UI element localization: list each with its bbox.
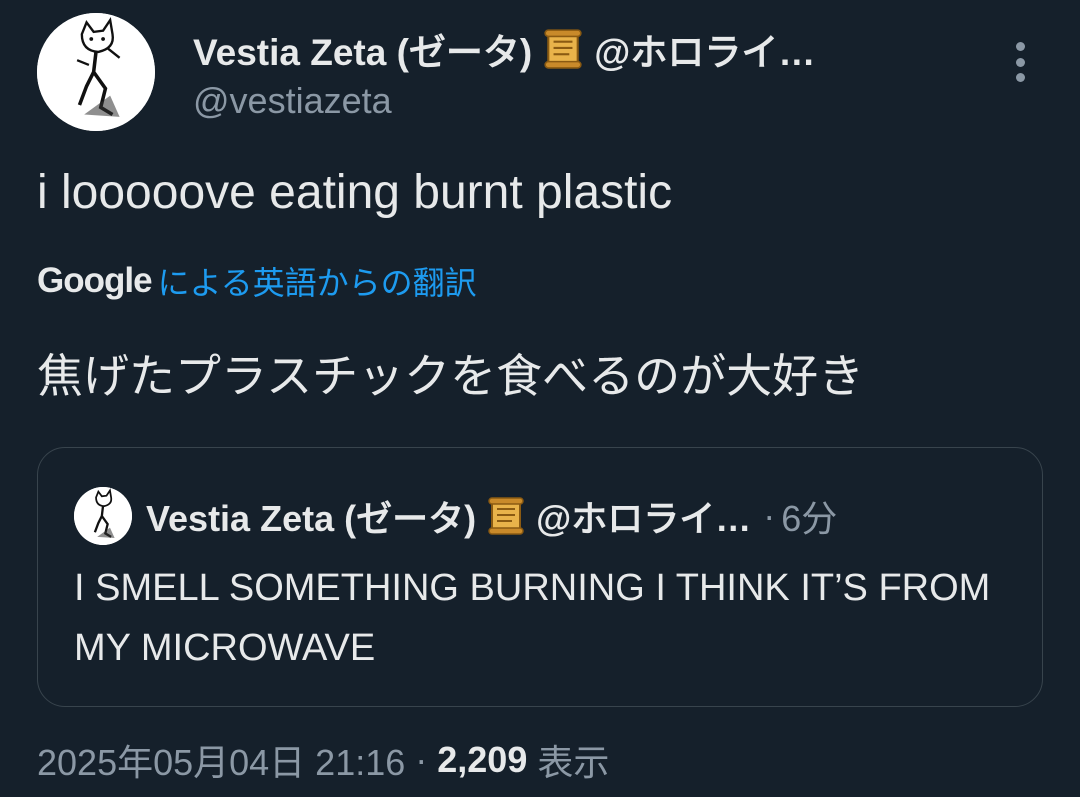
author-affiliation[interactable]: @ホロライ… — [594, 22, 815, 76]
google-logo: Google — [37, 261, 153, 300]
tweet-text: i looooove eating burnt plastic — [37, 166, 673, 219]
author-display-name[interactable]: Vestia Zeta (ゼータ) — [193, 22, 532, 76]
more-vertical-icon[interactable] — [1008, 42, 1032, 82]
quoted-author-avatar — [74, 487, 132, 545]
more-dot — [1015, 42, 1025, 51]
author-name-row[interactable]: Vestia Zeta (ゼータ) @ホロライ… — [193, 24, 953, 74]
quoted-tweet-header: Vestia Zeta (ゼータ) @ホロライ… · 6分 — [74, 487, 838, 545]
quoted-author-affiliation: @ホロライ… — [536, 498, 752, 539]
quoted-author-display-name: Vestia Zeta (ゼータ) — [146, 498, 477, 539]
views-count: 2,209 — [437, 739, 528, 780]
scroll-emoji-icon — [542, 28, 584, 70]
author-avatar[interactable] — [37, 13, 155, 131]
quoted-tweet-time: 6分 — [781, 498, 838, 539]
author-handle[interactable]: @vestiazeta — [193, 80, 392, 122]
views-label: 表示 — [537, 742, 610, 783]
translation-source-link[interactable]: による英語からの翻訳 — [158, 258, 477, 304]
tweet-timestamp[interactable]: 2025年05月04日 21:16 — [37, 734, 405, 786]
separator-dot: · — [415, 739, 428, 780]
avatar-sketch-image — [37, 13, 155, 131]
tweet-meta: 2025年05月04日 21:16 · 2,209 表示 — [37, 735, 609, 785]
separator-dot: · — [763, 495, 776, 536]
quoted-tweet-text: I SMELL SOMETHING BURNING I THINK IT’S F… — [74, 567, 991, 669]
scroll-emoji-icon — [486, 496, 526, 536]
translated-text: 焦げたプラスチックを食べるのが大好き — [37, 350, 865, 402]
more-dot — [1015, 73, 1025, 82]
quoted-tweet-card[interactable]: Vestia Zeta (ゼータ) @ホロライ… · 6分 I SMELL SO… — [37, 447, 1043, 707]
translation-attribution[interactable]: Google による英語からの翻訳 — [37, 256, 477, 306]
more-dot — [1015, 57, 1025, 67]
